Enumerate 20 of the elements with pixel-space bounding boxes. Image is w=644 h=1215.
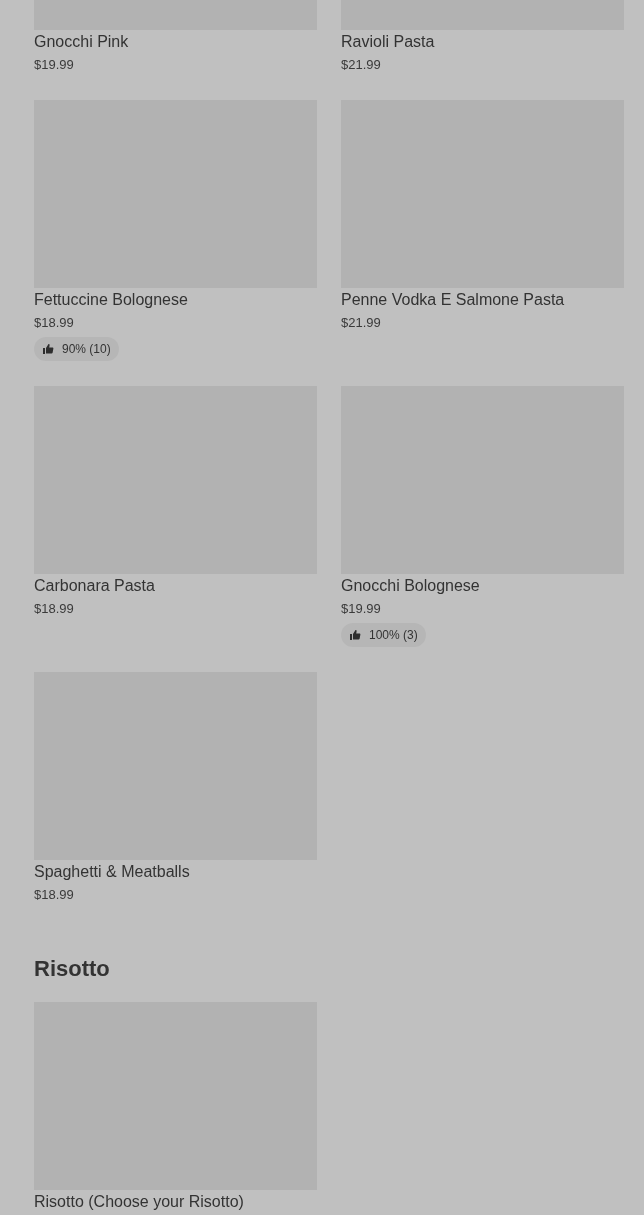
- dish-name[interactable]: Carbonara Pasta: [34, 575, 155, 597]
- section-heading: Risotto: [34, 955, 111, 983]
- dish-price: $19.99: [341, 600, 381, 618]
- thumbs-up-icon: [349, 629, 361, 641]
- dish-price: $19.99: [34, 56, 74, 74]
- dish-price: $18.99: [34, 314, 74, 332]
- dish-name[interactable]: Gnocchi Bolognese: [341, 575, 480, 597]
- dish-price: $21.99: [341, 314, 381, 332]
- rating-text: 100% (3): [369, 627, 418, 644]
- dish-name[interactable]: Spaghetti & Meatballs: [34, 861, 190, 883]
- dish-price: $21.99: [341, 56, 381, 74]
- dish-name[interactable]: Fettuccine Bolognese: [34, 289, 188, 311]
- dish-name[interactable]: Ravioli Pasta: [341, 31, 435, 53]
- dish-name[interactable]: Risotto (Choose your Risotto): [34, 1191, 244, 1213]
- dish-price: $18.99: [34, 886, 74, 904]
- rating-text: 90% (10): [62, 341, 111, 358]
- dish-name[interactable]: Gnocchi Pink: [34, 31, 129, 53]
- thumbs-up-icon: [42, 343, 54, 355]
- dish-price: $18.99: [34, 600, 74, 618]
- dish-name[interactable]: Penne Vodka E Salmone Pasta: [341, 289, 565, 311]
